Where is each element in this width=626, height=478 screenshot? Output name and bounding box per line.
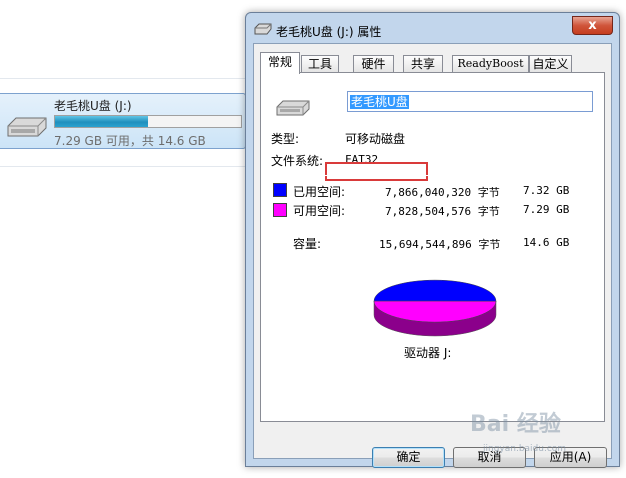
drive-tile-j[interactable]: 老毛桃U盘 (J:) 7.29 GB 可用，共 14.6 GB: [0, 93, 246, 149]
used-space-bytes: 7,866,040,320 字节: [385, 186, 500, 199]
free-space-swatch: [273, 203, 287, 217]
watermark-logo: Bai 经验: [470, 412, 561, 437]
explorer-divider: [0, 78, 246, 79]
dialog-titlebar[interactable]: 老毛桃U盘 (J:) 属性 x: [246, 13, 619, 43]
tab-readyboost[interactable]: ReadyBoost: [452, 55, 529, 73]
type-label: 类型:: [271, 132, 300, 146]
drive-usage-text: 7.29 GB 可用，共 14.6 GB: [54, 134, 206, 148]
drive-usage-fill: [55, 116, 148, 127]
explorer-divider: [0, 166, 246, 167]
drive-usage-bar: [54, 115, 242, 128]
free-space-size: 7.29 GB: [523, 203, 570, 216]
tab-sharing[interactable]: 共享: [403, 55, 443, 73]
capacity-label: 容量:: [293, 237, 322, 251]
drive-name: 老毛桃U盘 (J:): [54, 99, 132, 113]
capacity-bytes: 15,694,544,896 字节: [379, 238, 501, 251]
tab-tools[interactable]: 工具: [301, 55, 339, 73]
free-space-bytes: 7,828,504,576 字节: [385, 205, 500, 218]
general-panel: 老毛桃U盘 类型: 可移动磁盘 文件系统: FAT32 已用空间: 7,866,…: [260, 72, 605, 422]
filesystem-label: 文件系统:: [271, 154, 324, 168]
tab-general[interactable]: 常规: [260, 52, 300, 74]
usb-drive-icon: [254, 23, 272, 35]
used-space-swatch: [273, 183, 287, 197]
ok-button[interactable]: 确定: [372, 447, 445, 468]
used-space-size: 7.32 GB: [523, 184, 570, 197]
dialog-client: 常规 工具 硬件 共享 ReadyBoost 自定义 老毛桃U盘 类型: 可移动…: [253, 43, 612, 468]
usb-drive-icon: [7, 117, 47, 137]
close-icon: x: [588, 18, 597, 33]
volume-label-text: 老毛桃U盘: [350, 95, 409, 109]
drive-caption: 驱动器 J:: [404, 346, 452, 360]
separator: [271, 175, 596, 176]
close-button[interactable]: x: [572, 16, 613, 35]
tab-hardware[interactable]: 硬件: [353, 55, 394, 73]
pie-slice-used: [373, 279, 497, 302]
watermark-url: jingyan.baidu.com: [483, 444, 567, 454]
type-value: 可移动磁盘: [345, 132, 406, 146]
dialog-title: 老毛桃U盘 (J:) 属性: [276, 25, 382, 39]
separator: [271, 224, 596, 225]
properties-dialog: 老毛桃U盘 (J:) 属性 x 常规 工具 硬件 共享 ReadyBoost 自…: [245, 12, 620, 468]
used-space-label: 已用空间:: [293, 185, 346, 199]
disk-usage-pie-chart: [373, 279, 497, 337]
volume-label-input[interactable]: 老毛桃U盘: [347, 91, 593, 112]
usb-drive-icon: [276, 100, 310, 116]
separator: [271, 364, 596, 365]
free-space-label: 可用空间:: [293, 204, 346, 218]
tab-customize[interactable]: 自定义: [529, 55, 572, 73]
filesystem-highlight: [325, 162, 428, 181]
capacity-size: 14.6 GB: [523, 236, 570, 249]
